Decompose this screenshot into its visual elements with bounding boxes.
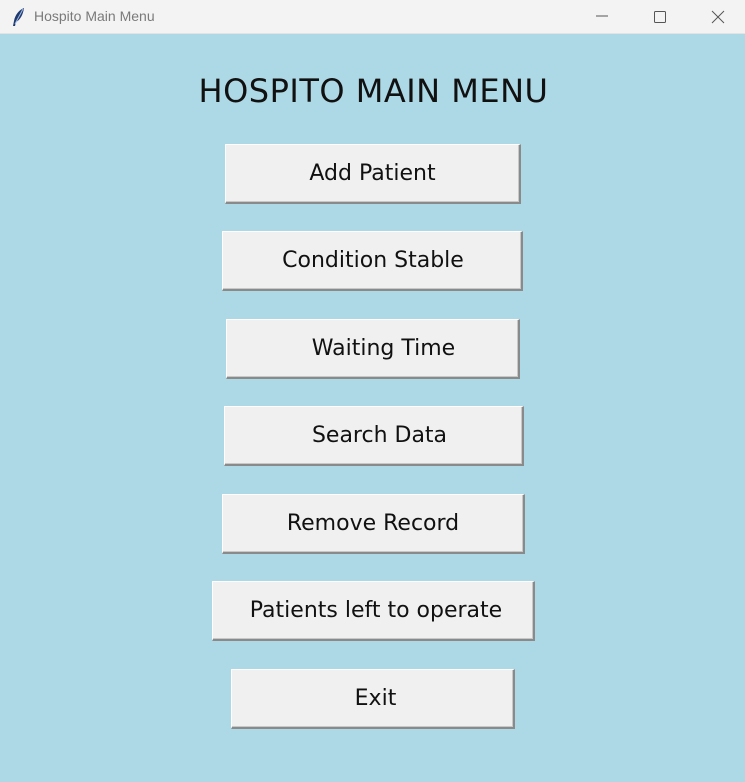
feather-icon bbox=[11, 7, 27, 27]
maximize-icon bbox=[654, 11, 666, 23]
minimize-button[interactable] bbox=[573, 0, 631, 33]
search-data-button[interactable]: Search Data bbox=[224, 406, 524, 466]
maximize-button[interactable] bbox=[631, 0, 689, 33]
close-button[interactable] bbox=[689, 0, 745, 33]
page-title-text: HOSPITO MAIN MENU bbox=[198, 72, 549, 110]
exit-button[interactable]: Exit bbox=[231, 669, 515, 729]
title-bar[interactable]: Hospito Main Menu bbox=[0, 0, 745, 34]
close-icon bbox=[711, 10, 725, 24]
minimize-icon bbox=[596, 15, 608, 17]
app-window: Hospito Main Menu HOSPITO MAIN MENU Add … bbox=[0, 0, 745, 782]
page-title: HOSPITO MAIN MENU bbox=[0, 72, 745, 110]
remove-record-button[interactable]: Remove Record bbox=[222, 494, 525, 554]
window-title: Hospito Main Menu bbox=[34, 8, 155, 24]
patients-left-to-operate-button[interactable]: Patients left to operate bbox=[212, 581, 535, 641]
add-patient-button[interactable]: Add Patient bbox=[225, 144, 521, 204]
main-content: HOSPITO MAIN MENU Add Patient Condition … bbox=[0, 34, 745, 782]
condition-stable-button[interactable]: Condition Stable bbox=[222, 231, 523, 291]
waiting-time-button[interactable]: Waiting Time bbox=[226, 319, 520, 379]
